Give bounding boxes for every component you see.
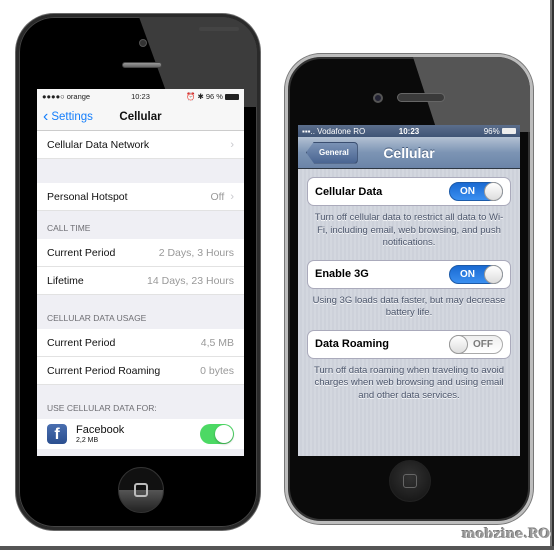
section-header: USE CELLULAR DATA FOR:	[47, 403, 157, 413]
app-row-facebook: f Facebook 2,2 MB	[37, 419, 244, 449]
cellular-data-switch[interactable]: ON	[449, 182, 503, 201]
battery-percent: ⏰ ✱ 96 %	[186, 91, 223, 101]
battery-indicator: ⏰ ✱ 96 %	[173, 91, 240, 101]
cellular-data-network-row[interactable]: Cellular Data Network ›	[37, 131, 244, 159]
iphone4-device: ▪▪▪.. Vodafone RO 10:23 96% General Cell…	[285, 54, 533, 524]
clock: 10:23	[398, 126, 420, 136]
home-button[interactable]	[389, 460, 431, 502]
row-value: 4,5 MB	[200, 336, 234, 349]
app-name: Facebook	[76, 423, 125, 436]
footer-note: Turn off data roaming when traveling to …	[313, 364, 505, 401]
status-bar: ▪▪▪.. Vodafone RO 10:23 96%	[298, 125, 520, 137]
footer-note: Using 3G loads data faster, but may decr…	[312, 294, 506, 319]
navigation-bar: ‹ Settings Cellular	[37, 103, 244, 131]
iphone5-device: ●●●●○ orange 10:23 ⏰ ✱ 96 % ‹ Settings C…	[16, 14, 260, 530]
list-item: Lifetime 14 Days, 23 Hours	[37, 267, 244, 295]
switch-knob	[449, 334, 468, 354]
row-label: Cellular Data Network	[47, 138, 150, 151]
home-button[interactable]	[118, 467, 164, 513]
row-label: Personal Hotspot	[47, 190, 128, 203]
chevron-right-icon: ›	[230, 138, 234, 151]
row-label: Current Period Roaming	[47, 364, 161, 377]
switch-knob	[484, 182, 503, 201]
list-item: Current Period Roaming 0 bytes	[37, 357, 244, 385]
chevron-left-icon: ‹	[43, 107, 49, 125]
row-value: 0 bytes	[200, 364, 234, 377]
switch-knob	[484, 264, 503, 284]
chevron-right-icon: ›	[230, 190, 234, 203]
carrier-label: ●●●●○ orange	[42, 91, 91, 101]
row-label: Current Period	[47, 246, 116, 259]
switch-state: OFF	[473, 338, 493, 350]
earpiece-speaker	[122, 62, 162, 68]
footer-note: Turn off cellular data to restrict all d…	[314, 212, 504, 248]
data-roaming-row: Data Roaming OFF	[307, 329, 511, 359]
row-label: Current Period	[47, 336, 116, 349]
toggle-knob	[215, 425, 233, 443]
enable-3g-row: Enable 3G ON	[307, 259, 511, 289]
image-frame-edge	[548, 0, 554, 550]
back-button[interactable]: General	[306, 141, 358, 164]
battery-icon	[225, 93, 240, 100]
section-header: CELLULAR DATA USAGE	[47, 313, 147, 323]
ios7-screen: ●●●●○ orange 10:23 ⏰ ✱ 96 % ‹ Settings C…	[37, 89, 244, 456]
row-value: 2 Days, 3 Hours	[158, 246, 234, 259]
enable-3g-switch[interactable]: ON	[449, 264, 503, 284]
home-square-icon	[403, 474, 417, 488]
watermark: mobzine.RO	[462, 527, 551, 542]
row-value: Off	[210, 190, 225, 203]
row-label: Data Roaming	[315, 338, 389, 350]
back-label: Settings	[51, 110, 93, 123]
cellular-data-row: Cellular Data ON	[307, 177, 511, 206]
personal-hotspot-row[interactable]: Personal Hotspot Off ›	[37, 183, 244, 211]
carrier-label: ▪▪▪.. Vodafone RO	[302, 126, 366, 136]
data-roaming-switch[interactable]: OFF	[449, 334, 503, 354]
home-square-icon	[134, 483, 148, 497]
image-frame-edge	[0, 546, 554, 550]
list-item: Current Period 2 Days, 3 Hours	[37, 239, 244, 267]
app-data-size: 2,2 MB	[76, 436, 99, 444]
back-button[interactable]: ‹ Settings	[37, 107, 93, 125]
row-value: 14 Days, 23 Hours	[147, 274, 234, 287]
row-label: Lifetime	[47, 274, 84, 287]
navigation-bar: General Cellular	[298, 137, 520, 169]
row-label: Enable 3G	[315, 268, 369, 280]
front-camera	[139, 39, 147, 47]
list-item: Current Period 4,5 MB	[37, 329, 244, 357]
facebook-icon: f	[47, 424, 67, 444]
front-camera	[373, 93, 383, 103]
earpiece-speaker	[397, 93, 445, 102]
battery-icon	[501, 128, 516, 135]
row-label: Cellular Data	[315, 185, 383, 198]
section-header: CALL TIME	[47, 223, 91, 233]
battery-percent: 96%	[483, 126, 500, 136]
sleep-button	[199, 27, 239, 31]
status-bar: ●●●●○ orange 10:23 ⏰ ✱ 96 %	[37, 89, 244, 103]
clock: 10:23	[131, 91, 150, 101]
ios6-screen: ▪▪▪.. Vodafone RO 10:23 96% General Cell…	[298, 125, 520, 456]
facebook-cellular-toggle[interactable]	[200, 424, 234, 444]
battery-indicator: 96%	[445, 127, 516, 136]
switch-state: ON	[460, 186, 475, 197]
switch-state: ON	[460, 268, 475, 280]
